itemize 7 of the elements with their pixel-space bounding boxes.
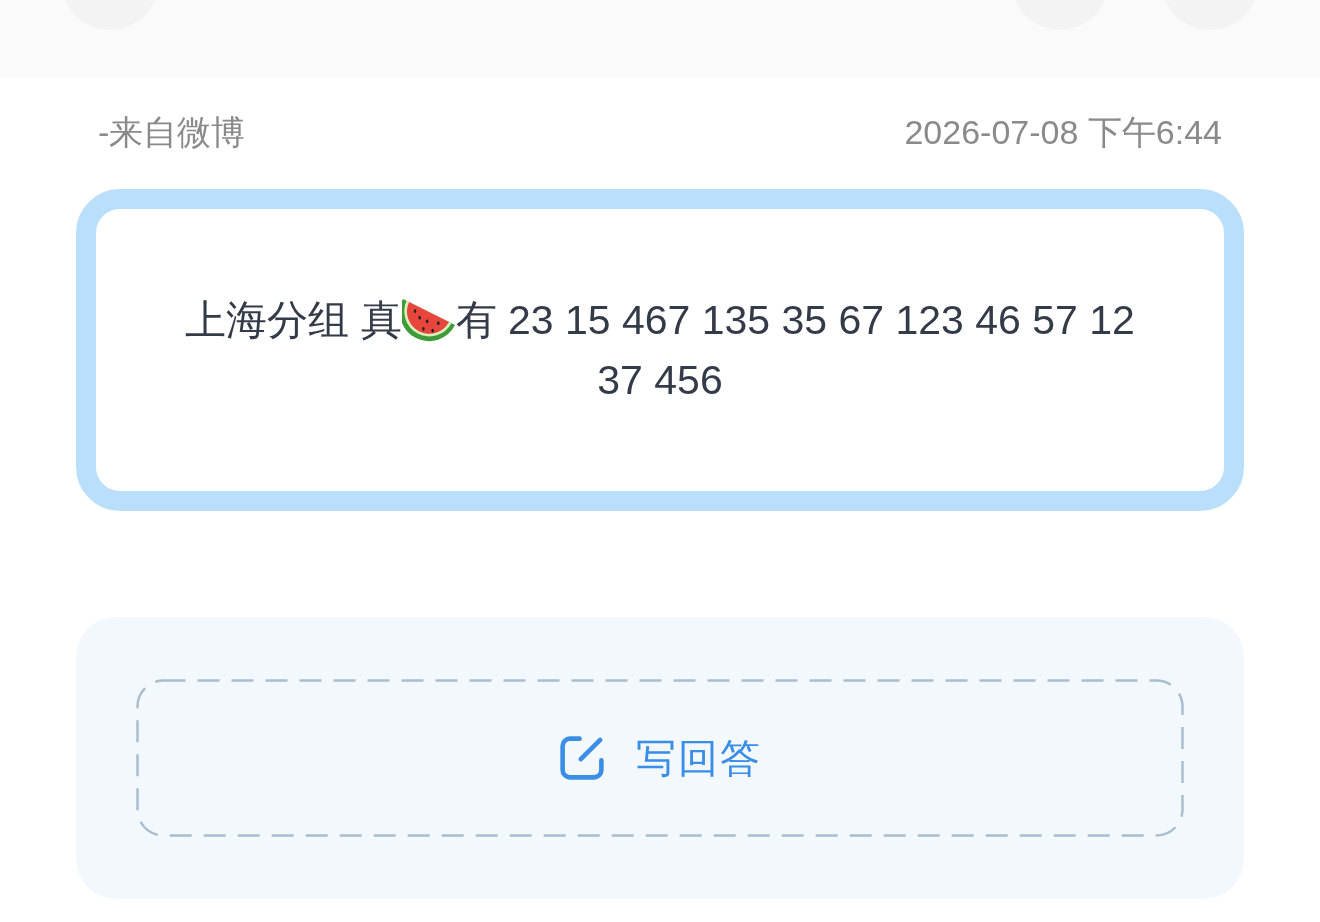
write-answer-button[interactable]: 写回答 — [136, 679, 1184, 837]
watermelon-icon — [401, 297, 456, 342]
question-text: 上海分组 真 — [185, 297, 402, 343]
source-label: -来自微博 — [98, 112, 246, 152]
question-text: 有 23 15 467 135 35 67 123 46 57 12 37 456 — [455, 297, 1135, 403]
timestamp: 2026-07-08 下午6:44 — [904, 112, 1222, 152]
edit-icon — [558, 735, 606, 781]
